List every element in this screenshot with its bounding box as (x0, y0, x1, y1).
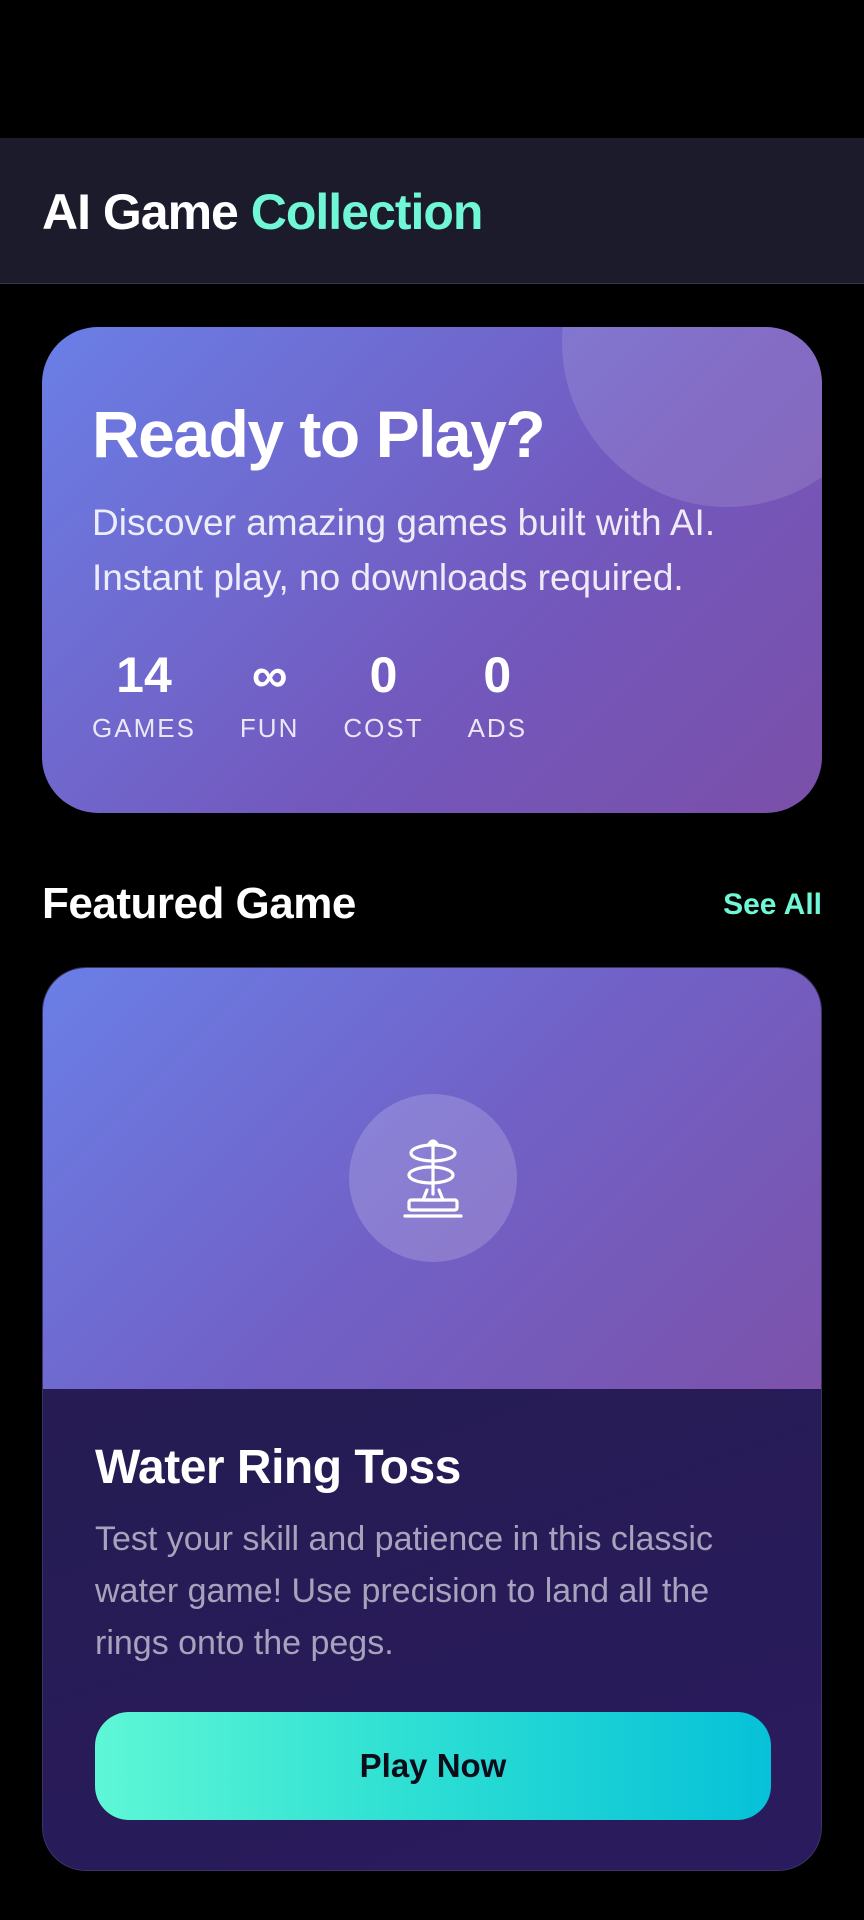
see-all-link[interactable]: See All (723, 888, 822, 922)
app-header: AI Game Collection (0, 138, 864, 284)
stat-value: 0 (369, 647, 398, 703)
featured-section-title: Featured Game (42, 879, 356, 928)
featured-game-card[interactable]: Water Ring Toss Test your skill and pati… (42, 967, 822, 1871)
game-info: Water Ring Toss Test your skill and pati… (43, 1389, 821, 1870)
app-title-accent: Collection (250, 184, 484, 240)
stat-label: ADS (467, 713, 528, 743)
app-title: AI Game Collection (42, 182, 484, 242)
game-description: Test your skill and patience in this cla… (95, 1520, 713, 1662)
hero-banner: Ready to Play? Discover amazing games bu… (42, 327, 822, 813)
hero-decorative-circle (562, 327, 822, 507)
play-now-button[interactable]: Play Now (95, 1712, 771, 1820)
ring-toss-icon (403, 1139, 463, 1218)
hero-stats: 14 GAMES ∞ FUN 0 COST 0 ADS (92, 647, 571, 744)
stat-cost: 0 COST (343, 647, 423, 744)
stat-fun: ∞ FUN (240, 647, 299, 744)
stat-label: FUN (239, 713, 300, 743)
stat-label: COST (343, 713, 424, 743)
game-thumbnail (43, 968, 821, 1389)
game-title: Water Ring Toss (95, 1441, 461, 1494)
game-icon-badge (349, 1094, 517, 1262)
stat-games: 14 GAMES (92, 647, 196, 744)
app-title-primary: AI Game (42, 184, 239, 240)
hero-subtitle: Discover amazing games built with AI. In… (92, 502, 716, 598)
stat-label: GAMES (92, 713, 196, 743)
status-bar-area (0, 0, 864, 138)
stat-value: 14 (116, 647, 172, 703)
stat-ads: 0 ADS (468, 647, 527, 744)
stat-value: 0 (483, 647, 512, 703)
hero-title: Ready to Play? (92, 397, 546, 471)
stat-value: ∞ (251, 647, 288, 703)
